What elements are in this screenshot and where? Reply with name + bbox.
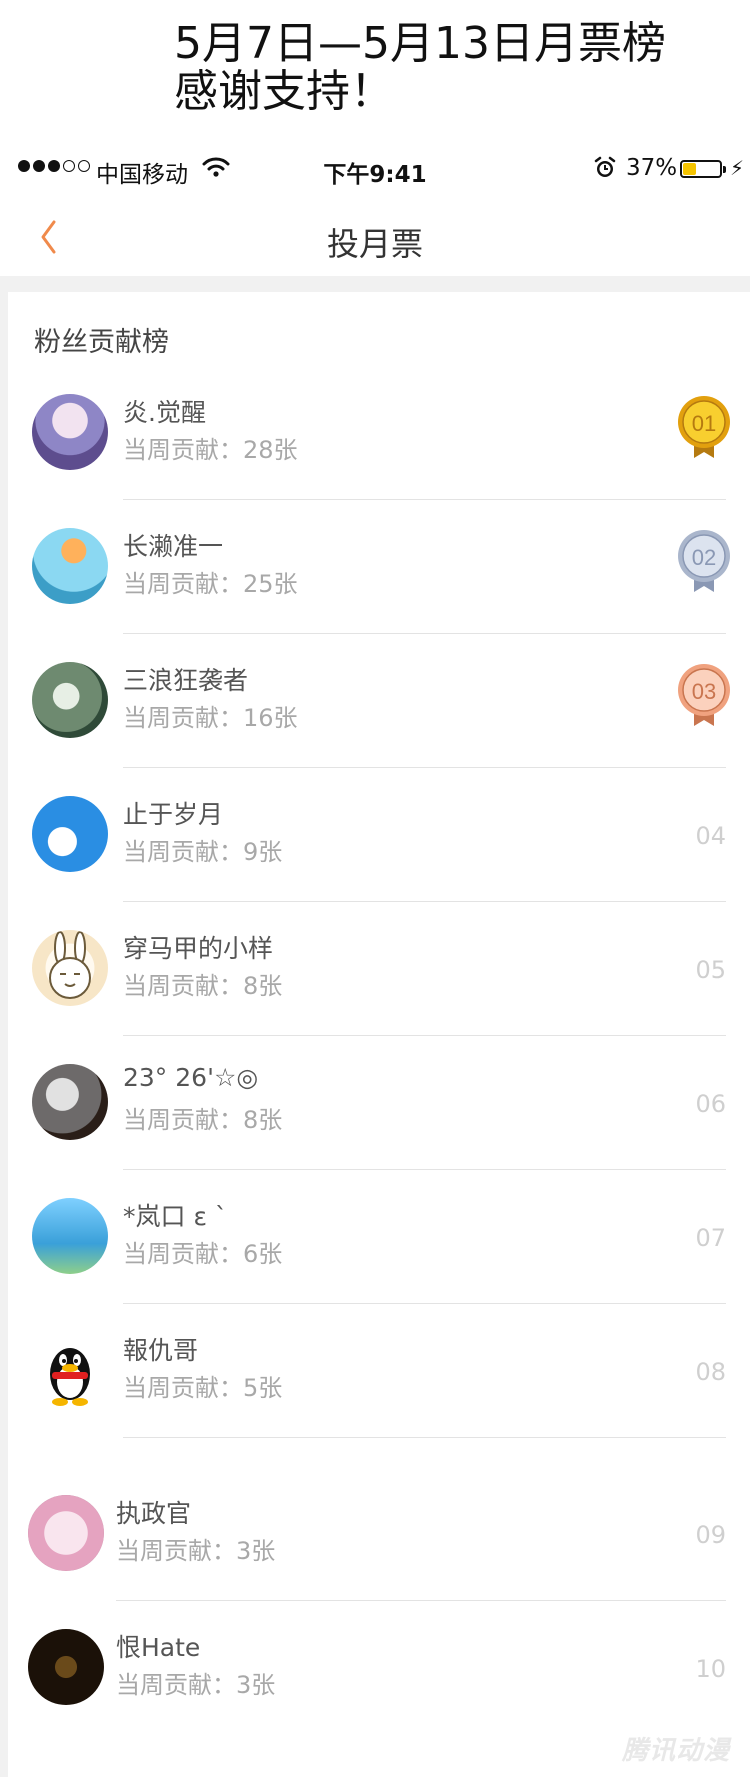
fan-name: 三浪狂袭者 xyxy=(123,666,249,695)
avatar[interactable] xyxy=(28,1629,104,1705)
fan-name: *岚口 ε ˋ xyxy=(123,1202,228,1231)
fan-row[interactable]: 炎.觉醒当周贡献：28张 01 xyxy=(8,366,750,500)
avatar[interactable] xyxy=(28,1495,104,1571)
fan-name: 報仇哥 xyxy=(123,1336,199,1365)
alarm-icon xyxy=(593,156,617,186)
avatar[interactable] xyxy=(32,394,108,470)
rank-number: 05 xyxy=(695,956,726,984)
avatar[interactable] xyxy=(32,662,108,738)
weekly-contribution: 当周贡献：8张 xyxy=(123,972,283,1000)
fan-name: 执政官 xyxy=(116,1499,192,1528)
announcement-banner: 5月7日—5月13日月票榜 感谢支持！ xyxy=(0,0,750,138)
battery-percentage: 37% xyxy=(626,155,678,181)
rank-number: 02 xyxy=(692,545,716,570)
fan-row[interactable]: 23° 26'☆◎ 当周贡献：8张 06 xyxy=(8,1036,750,1170)
banner-subtitle: 感谢支持！ xyxy=(174,66,394,117)
fan-row[interactable]: 长濑准一当周贡献：25张 02 xyxy=(8,500,750,634)
fan-row[interactable]: 三浪狂袭者当周贡献：16张 03 xyxy=(8,634,750,768)
page-title: 投月票 xyxy=(326,225,423,263)
avatar[interactable] xyxy=(32,1064,108,1140)
weekly-contribution: 当周贡献：28张 xyxy=(123,436,298,464)
row-divider xyxy=(123,1437,726,1438)
weekly-contribution: 当周贡献：3张 xyxy=(116,1537,276,1565)
fan-name: 长濑准一 xyxy=(123,532,224,561)
weekly-contribution: 当周贡献：8张 xyxy=(123,1106,283,1134)
avatar[interactable] xyxy=(32,930,108,1006)
bronze-medal-icon: 03 xyxy=(676,662,732,728)
weekly-contribution: 当周贡献：6张 xyxy=(123,1240,283,1268)
banner-title: 5月7日—5月13日月票榜 xyxy=(174,18,666,69)
fan-row[interactable]: 報仇哥当周贡献：5张 08 xyxy=(8,1304,750,1438)
avatar[interactable] xyxy=(32,1332,108,1408)
rank-number: 06 xyxy=(695,1090,726,1118)
fan-row[interactable]: 止于岁月当周贡献：9张 04 xyxy=(8,768,750,902)
rank-number: 08 xyxy=(695,1358,726,1386)
weekly-contribution: 当周贡献：3张 xyxy=(116,1671,276,1699)
weekly-contribution: 当周贡献：16张 xyxy=(123,704,298,732)
fan-row[interactable]: 穿马甲的小样 当周贡献：8张 05 xyxy=(8,902,750,1036)
watermark-logo: 腾讯动漫 xyxy=(621,1736,730,1766)
rank-number: 07 xyxy=(695,1224,726,1252)
weekly-contribution: 当周贡献：9张 xyxy=(123,838,283,866)
fan-name: 穿马甲的小样 xyxy=(123,934,274,963)
weekly-contribution: 当周贡献：25张 xyxy=(123,570,298,598)
gold-medal-icon: 01 xyxy=(676,394,732,460)
fan-row[interactable]: 恨Hate 当周贡献：3张 10 xyxy=(8,1601,750,1735)
fan-row[interactable]: 执政官当周贡献：3张 09 xyxy=(8,1467,750,1601)
fan-name: 炎.觉醒 xyxy=(123,398,206,427)
avatar[interactable] xyxy=(32,1198,108,1274)
battery-icon xyxy=(680,160,726,178)
fan-ranking-card: 粉丝贡献榜 炎.觉醒 当周贡献：28张 01 长濑准一 当周贡献：25张 02 三浪狂袭者当… xyxy=(8,292,750,1777)
rank-number: 10 xyxy=(695,1655,726,1683)
weekly-contribution: 当周贡献：5张 xyxy=(123,1374,283,1402)
silver-medal-icon: 02 xyxy=(676,528,732,594)
avatar[interactable] xyxy=(32,528,108,604)
rank-number: 03 xyxy=(692,679,716,704)
fan-name: 23° 26'☆◎ xyxy=(123,1063,259,1092)
section-title: 粉丝贡献榜 xyxy=(34,327,169,358)
fan-row[interactable]: *岚口 ε ˋ 当周贡献：6张 07 xyxy=(8,1170,750,1304)
avatar[interactable] xyxy=(32,796,108,872)
charging-icon: ⚡ xyxy=(730,156,745,180)
fan-name: 止于岁月 xyxy=(123,800,224,829)
fan-name: 恨Hate xyxy=(116,1633,201,1662)
navigation-bar: 投月票 xyxy=(0,200,750,276)
rank-number: 01 xyxy=(692,411,716,436)
rank-number: 04 xyxy=(695,822,726,850)
status-bar: 中国移动 下午9:41 37% ⚡ xyxy=(0,138,750,200)
rank-number: 09 xyxy=(695,1521,726,1549)
